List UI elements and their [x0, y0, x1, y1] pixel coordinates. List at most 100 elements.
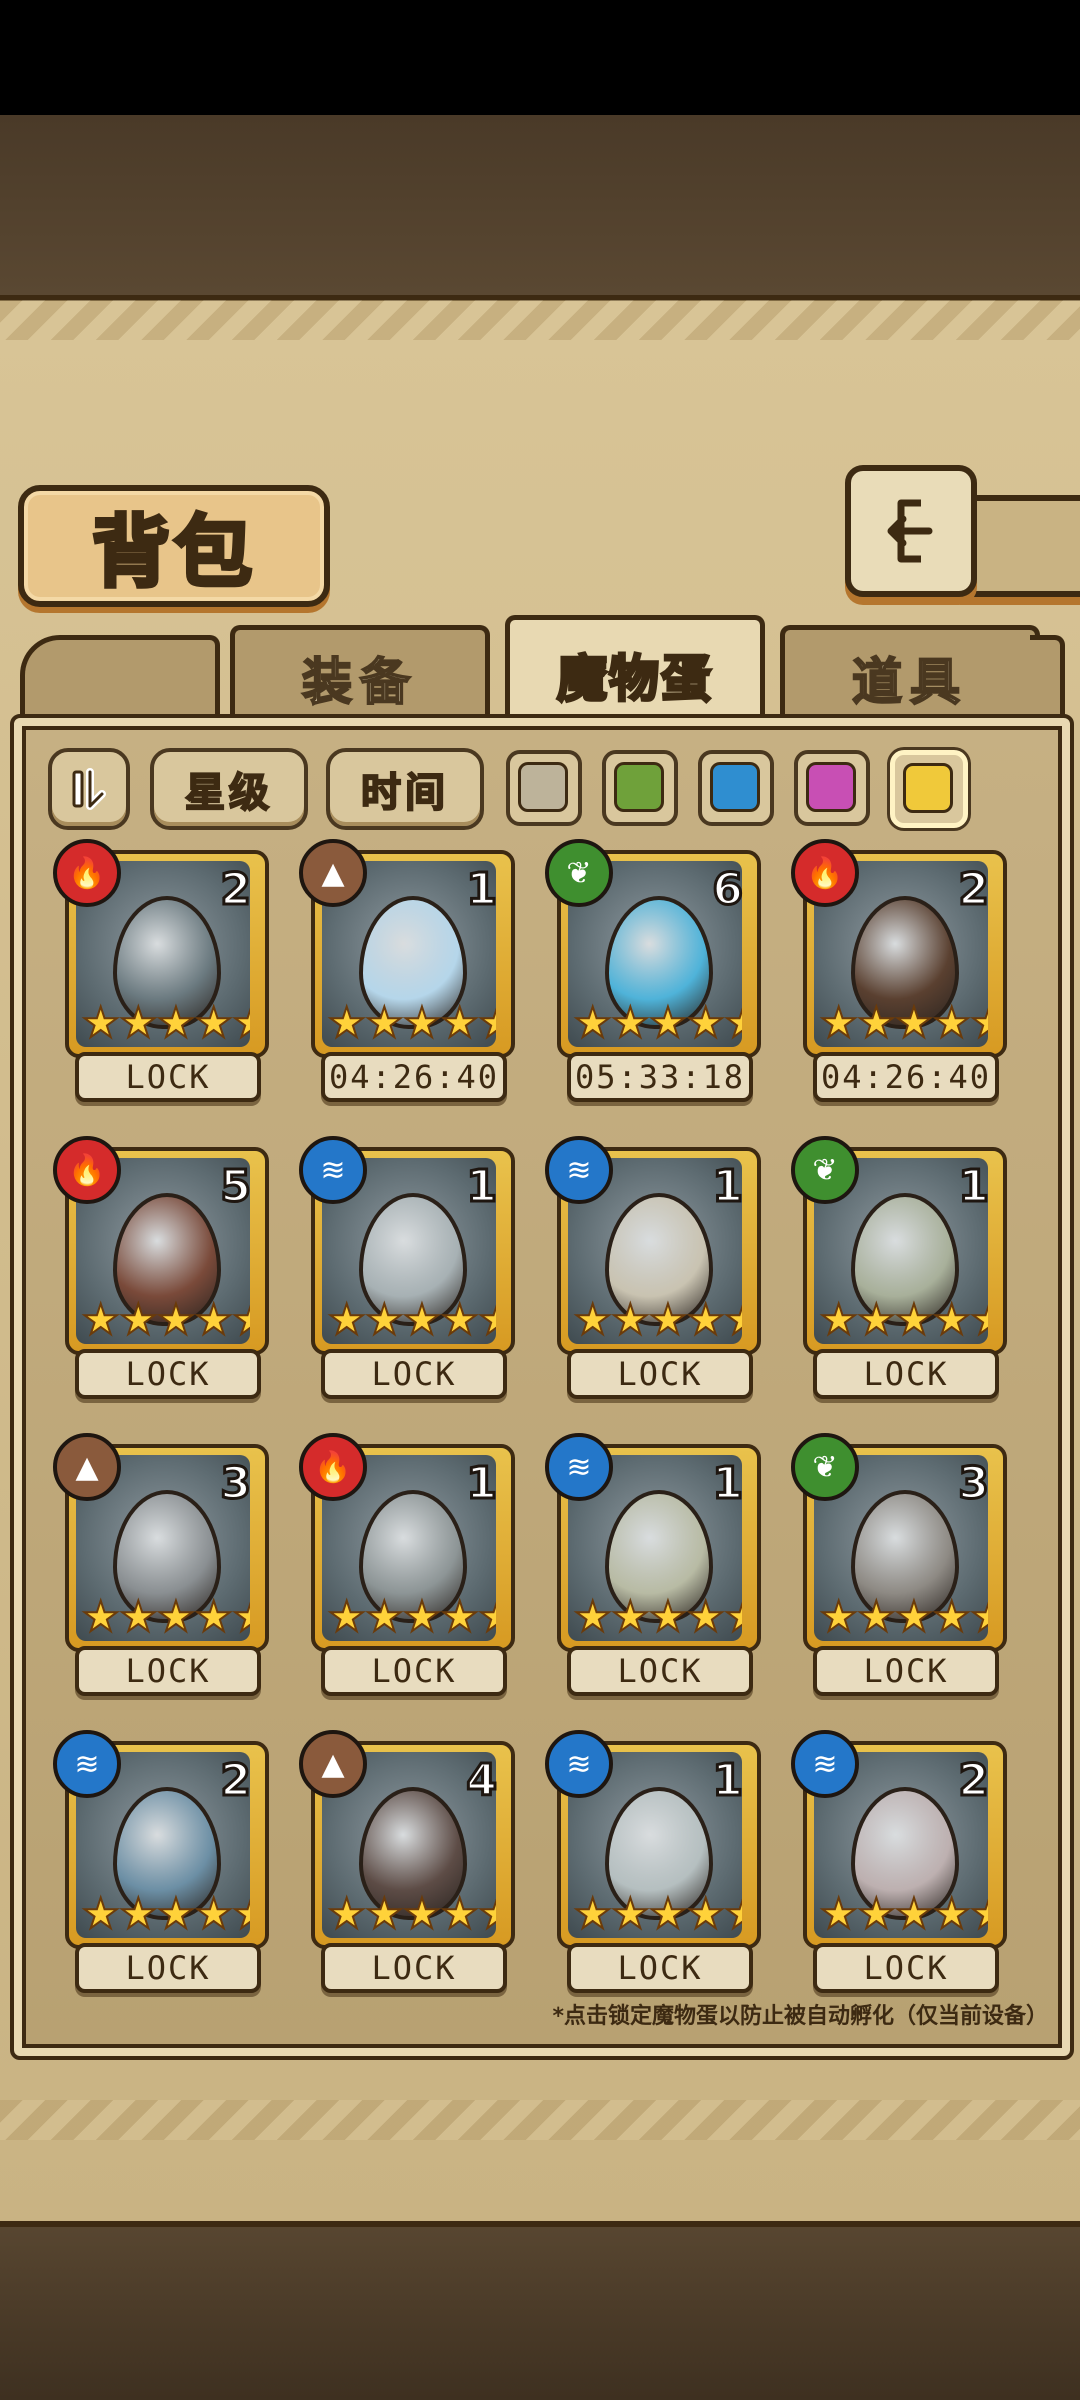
tab-bar: 装备 魔物蛋 道具 [20, 615, 1065, 730]
star-icon: ★ [81, 1295, 121, 1345]
lock-button[interactable]: LOCK [567, 1943, 753, 1993]
nature-element-icon: ❦ [791, 1433, 859, 1501]
swatch-fill [518, 762, 568, 812]
filter-color-blue[interactable] [698, 750, 774, 826]
star-rating: ★★★★★ [573, 998, 742, 1048]
egg-count: 2 [957, 1754, 991, 1808]
egg-card[interactable]: ★★★★★3❦LOCK [791, 1433, 1011, 1701]
tab-equipment[interactable]: 装备 [230, 625, 490, 725]
egg-count: 1 [711, 1754, 745, 1808]
star-icon: ★ [611, 998, 651, 1048]
egg-status-label: LOCK [371, 1355, 457, 1393]
star-icon: ★ [857, 1295, 897, 1345]
sort-by-time-button[interactable]: 时间 [326, 748, 484, 830]
water-element-icon: ≋ [545, 1433, 613, 1501]
lock-button[interactable]: LOCK [75, 1646, 261, 1696]
egg-grid: ★★★★★2🔥LOCK★★★★★1▲04:26:40★★★★★6❦05:33:1… [53, 839, 1025, 2015]
hatch-timer[interactable]: 04:26:40 [321, 1052, 507, 1102]
lock-button[interactable]: LOCK [567, 1349, 753, 1399]
hatch-timer[interactable]: 05:33:18 [567, 1052, 753, 1102]
star-icon: ★ [819, 1295, 859, 1345]
egg-status-label: LOCK [863, 1652, 949, 1690]
star-icon: ★ [194, 998, 234, 1048]
egg-count: 5 [219, 1160, 253, 1214]
lock-button[interactable]: LOCK [813, 1349, 999, 1399]
star-icon: ★ [686, 1889, 726, 1939]
sort-by-star-button[interactable]: 星级 [150, 748, 308, 830]
swatch-fill [614, 762, 664, 812]
egg-card[interactable]: ★★★★★1≋LOCK [299, 1136, 519, 1404]
star-icon: ★ [894, 1592, 934, 1642]
egg-card[interactable]: ★★★★★2🔥LOCK [53, 839, 273, 1107]
lock-button[interactable]: LOCK [75, 1943, 261, 1993]
egg-card[interactable]: ★★★★★1🔥LOCK [299, 1433, 519, 1701]
egg-card[interactable]: ★★★★★2🔥04:26:40 [791, 839, 1011, 1107]
sort-by-star-label: 星级 [184, 769, 273, 817]
star-icon: ★ [81, 1889, 121, 1939]
star-icon: ★ [194, 1592, 234, 1642]
egg-status-label: LOCK [617, 1355, 703, 1393]
star-icon: ★ [156, 1592, 196, 1642]
egg-card[interactable]: ★★★★★2≋LOCK [53, 1730, 273, 1998]
star-icon: ★ [194, 1295, 234, 1345]
egg-status-label: 04:26:40 [820, 1058, 992, 1096]
star-icon: ★ [969, 1592, 988, 1642]
lock-button[interactable]: LOCK [321, 1943, 507, 1993]
star-icon: ★ [365, 1592, 405, 1642]
lock-button[interactable]: LOCK [813, 1646, 999, 1696]
water-element-icon: ≋ [545, 1730, 613, 1798]
tab-bar-left-stub [20, 635, 220, 730]
lock-button[interactable]: LOCK [321, 1349, 507, 1399]
lock-button[interactable]: LOCK [75, 1052, 261, 1102]
star-icon: ★ [194, 1889, 234, 1939]
star-rating: ★★★★★ [573, 1295, 742, 1345]
star-icon: ★ [932, 1592, 972, 1642]
filter-color-yellow[interactable] [890, 750, 968, 828]
egg-status-label: LOCK [863, 1949, 949, 1987]
egg-card[interactable]: ★★★★★6❦05:33:18 [545, 839, 765, 1107]
filter-color-green[interactable] [602, 750, 678, 826]
lock-button[interactable]: LOCK [75, 1349, 261, 1399]
title-plate: 背包 [18, 485, 330, 607]
star-icon: ★ [477, 1889, 496, 1939]
star-rating: ★★★★★ [327, 998, 496, 1048]
filter-color-purple[interactable] [794, 750, 870, 826]
hatch-timer[interactable]: 04:26:40 [813, 1052, 999, 1102]
tab-items[interactable]: 道具 [780, 625, 1040, 725]
back-button[interactable] [845, 465, 977, 597]
star-icon: ★ [894, 1889, 934, 1939]
star-icon: ★ [477, 1295, 496, 1345]
panel-border-bottom [0, 2100, 1080, 2140]
fire-element-icon: 🔥 [299, 1433, 367, 1501]
star-icon: ★ [440, 1295, 480, 1345]
star-rating: ★★★★★ [819, 1592, 988, 1642]
star-rating: ★★★★★ [327, 1889, 496, 1939]
star-icon: ★ [365, 1889, 405, 1939]
panel-border-top [0, 300, 1080, 340]
earth-element-icon: ▲ [299, 839, 367, 907]
star-icon: ★ [156, 998, 196, 1048]
egg-card[interactable]: ★★★★★1❦LOCK [791, 1136, 1011, 1404]
filter-color-gray[interactable] [506, 750, 582, 826]
egg-card[interactable]: ★★★★★1▲04:26:40 [299, 839, 519, 1107]
egg-status-label: LOCK [125, 1652, 211, 1690]
star-icon: ★ [231, 998, 250, 1048]
star-icon: ★ [231, 1889, 250, 1939]
star-rating: ★★★★★ [81, 1295, 250, 1345]
lock-button[interactable]: LOCK [567, 1646, 753, 1696]
egg-card[interactable]: ★★★★★5🔥LOCK [53, 1136, 273, 1404]
egg-card[interactable]: ★★★★★3▲LOCK [53, 1433, 273, 1701]
egg-status-label: LOCK [863, 1355, 949, 1393]
background-map-top [0, 115, 1080, 295]
egg-card[interactable]: ★★★★★1≋LOCK [545, 1136, 765, 1404]
sort-order-button[interactable] [48, 748, 130, 830]
egg-card[interactable]: ★★★★★1≋LOCK [545, 1433, 765, 1701]
lock-button[interactable]: LOCK [321, 1646, 507, 1696]
lock-button[interactable]: LOCK [813, 1943, 999, 1993]
tab-monster-egg[interactable]: 魔物蛋 [505, 615, 765, 730]
egg-card[interactable]: ★★★★★4▲LOCK [299, 1730, 519, 1998]
back-ribbon [960, 495, 1080, 597]
egg-card[interactable]: ★★★★★2≋LOCK [791, 1730, 1011, 1998]
star-icon: ★ [402, 1295, 442, 1345]
egg-card[interactable]: ★★★★★1≋LOCK [545, 1730, 765, 1998]
